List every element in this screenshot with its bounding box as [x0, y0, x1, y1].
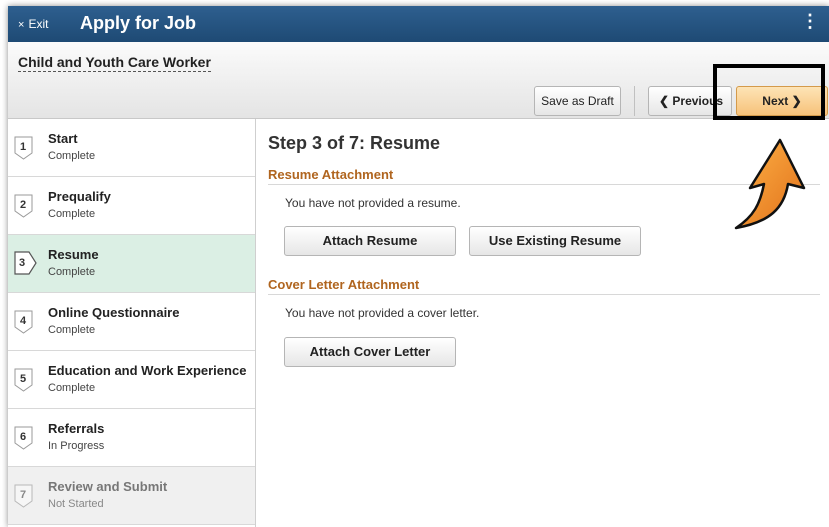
step-name: Start	[48, 131, 78, 146]
more-options-icon[interactable]: ⋮	[801, 12, 819, 30]
step-name: Education and Work Experience	[48, 363, 247, 378]
cover-letter-message: You have not provided a cover letter.	[285, 306, 480, 320]
attach-resume-button[interactable]: Attach Resume	[284, 226, 456, 256]
step-name: Online Questionnaire	[48, 305, 180, 320]
sidebar-item-resume[interactable]: 3 Resume Complete	[8, 235, 255, 293]
sidebar-item-online-questionnaire[interactable]: 4 Online Questionnaire Complete	[8, 293, 255, 351]
step-name: Prequalify	[48, 189, 111, 204]
step-name: Review and Submit	[48, 479, 168, 494]
next-button[interactable]: Next ❯	[736, 86, 828, 116]
attach-cover-letter-button[interactable]: Attach Cover Letter	[284, 337, 456, 367]
sidebar-item-referrals[interactable]: 6 Referrals In Progress	[8, 409, 255, 467]
sidebar-item-review-submit: 7 Review and Submit Not Started	[8, 467, 255, 525]
page-title: Apply for Job	[80, 13, 196, 33]
steps-sidebar: 1 Start Complete 2 Prequalify Complete 3…	[8, 119, 256, 527]
step-number-badge: 4	[14, 310, 34, 334]
title-bar: × Exit Apply for Job ⋮	[8, 6, 829, 42]
step-title: Step 3 of 7: Resume	[268, 133, 441, 153]
sub-header: Child and Youth Care Worker Save as Draf…	[8, 42, 829, 119]
step-number-badge: 6	[14, 426, 34, 450]
close-icon: ×	[18, 19, 25, 31]
step-status: Complete	[48, 150, 96, 162]
sidebar-item-education-work-experience[interactable]: 5 Education and Work Experience Complete	[8, 351, 255, 409]
step-name: Resume	[48, 247, 99, 262]
step-number-badge: 3	[14, 251, 37, 275]
step-number-badge: 5	[14, 368, 34, 392]
step-number-badge: 7	[14, 484, 34, 508]
use-existing-resume-button[interactable]: Use Existing Resume	[469, 226, 641, 256]
step-status: In Progress	[48, 440, 105, 452]
previous-button[interactable]: ❮ Previous	[648, 86, 732, 116]
annotation-arrow-icon	[734, 138, 806, 230]
sidebar-item-prequalify[interactable]: 2 Prequalify Complete	[8, 177, 255, 235]
step-status: Complete	[48, 324, 96, 336]
step-number-badge: 1	[14, 136, 34, 160]
step-status: Complete	[48, 208, 96, 220]
step-status: Complete	[48, 266, 96, 278]
exit-button[interactable]: × Exit	[18, 17, 48, 31]
step-status: Not Started	[48, 498, 104, 510]
sidebar-item-start[interactable]: 1 Start Complete	[8, 119, 255, 177]
job-title-link[interactable]: Child and Youth Care Worker	[18, 54, 211, 72]
step-number-badge: 2	[14, 194, 34, 218]
exit-label: Exit	[28, 17, 49, 31]
resume-message: You have not provided a resume.	[285, 196, 461, 210]
app-window: × Exit Apply for Job ⋮ Child and Youth Ca…	[8, 6, 829, 527]
save-as-draft-button[interactable]: Save as Draft	[534, 86, 621, 116]
step-name: Referrals	[48, 421, 105, 436]
step-status: Complete	[48, 382, 96, 394]
cover-letter-section-heading: Cover Letter Attachment	[268, 277, 820, 295]
toolbar-divider	[634, 86, 635, 116]
